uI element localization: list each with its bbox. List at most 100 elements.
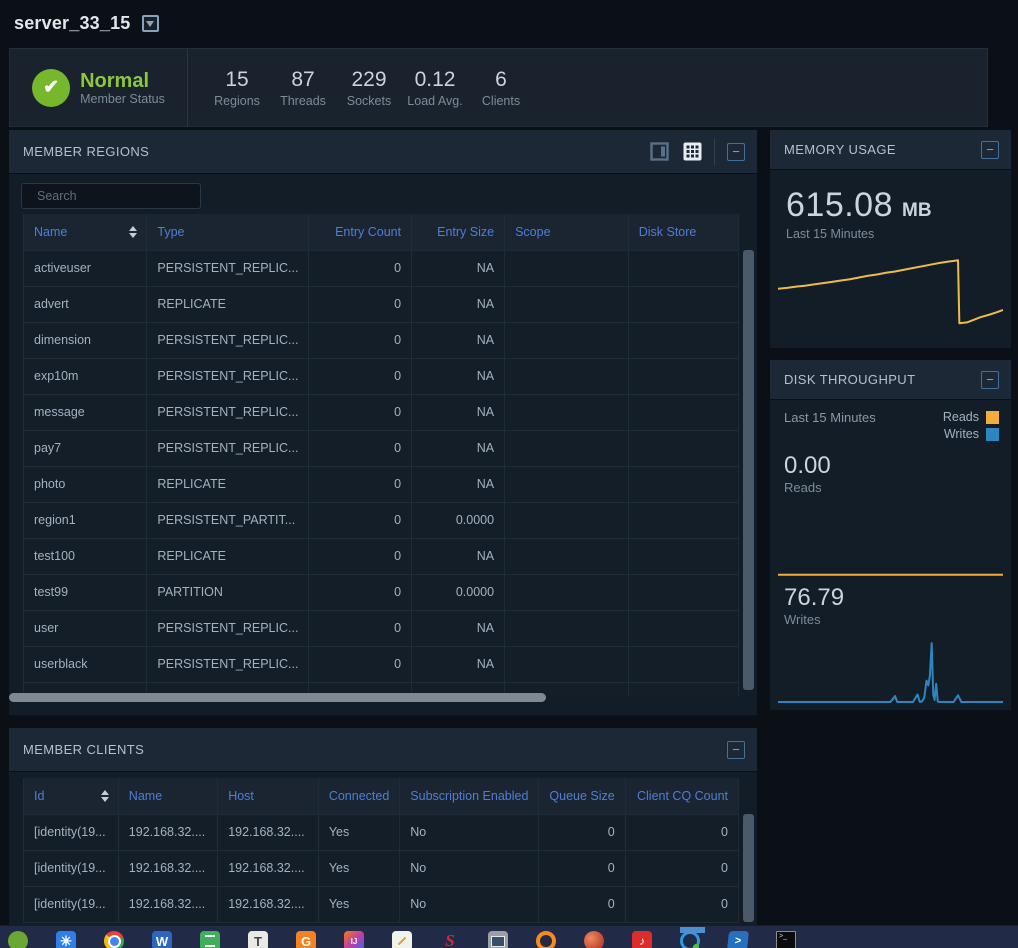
- status-label: Normal: [80, 70, 165, 92]
- table-cell: REPLICATE: [147, 466, 309, 502]
- table-row[interactable]: exp10mPERSISTENT_REPLIC...0NA: [24, 358, 739, 394]
- table-row[interactable]: test100REPLICATE0NA: [24, 538, 739, 574]
- taskbar-icon-app-green[interactable]: [8, 931, 28, 948]
- member-regions-table: NameTypeEntry CountEntry SizeScopeDisk S…: [23, 214, 739, 696]
- column-header-name[interactable]: Name: [118, 778, 217, 814]
- collapse-icon[interactable]: −: [727, 143, 745, 161]
- table-cell: [505, 538, 629, 574]
- table-cell: 0: [309, 610, 412, 646]
- table-cell: NA: [412, 394, 505, 430]
- member-dropdown-button[interactable]: [142, 15, 159, 32]
- grid-view-icon[interactable]: [683, 142, 702, 161]
- column-header-entry-size[interactable]: Entry Size: [412, 214, 505, 250]
- column-header-name[interactable]: Name: [24, 214, 147, 250]
- column-header-type[interactable]: Type: [147, 214, 309, 250]
- taskbar-icon-g-orange[interactable]: G: [296, 931, 316, 948]
- stat-value: 6: [468, 67, 534, 92]
- regions-search-box[interactable]: [21, 183, 201, 209]
- column-header-subscription-enabled[interactable]: Subscription Enabled: [400, 778, 539, 814]
- table-cell: 0: [309, 358, 412, 394]
- taskbar-icon-terminal[interactable]: [776, 931, 796, 948]
- stat-item: 229Sockets: [336, 67, 402, 108]
- search-input[interactable]: [37, 189, 198, 203]
- table-row[interactable]: advertREPLICATE0NA: [24, 286, 739, 322]
- table-cell: [505, 250, 629, 286]
- taskbar-icon-music-red[interactable]: ♪: [632, 931, 652, 948]
- clients-vertical-scrollbar[interactable]: [743, 814, 754, 922]
- table-cell: [identity(19...: [24, 850, 119, 886]
- table-cell: region1: [24, 502, 147, 538]
- taskbar-icon-chrome[interactable]: [104, 931, 124, 948]
- table-cell: 192.168.32....: [218, 886, 319, 922]
- column-header-scope[interactable]: Scope: [505, 214, 629, 250]
- table-cell: 0: [309, 466, 412, 502]
- column-header-client-cq-count[interactable]: Client CQ Count: [625, 778, 738, 814]
- taskbar-icon-star-blue[interactable]: ✳: [56, 931, 76, 948]
- table-cell: 0.0000: [412, 574, 505, 610]
- taskbar-icon-word[interactable]: W: [152, 931, 172, 948]
- table-cell: exp10m: [24, 358, 147, 394]
- table-row[interactable]: [identity(19...192.168.32....192.168.32.…: [24, 850, 739, 886]
- column-header-connected[interactable]: Connected: [318, 778, 399, 814]
- disk-subtitle: Last 15 Minutes: [784, 410, 876, 444]
- table-cell: test99: [24, 574, 147, 610]
- regions-horizontal-scrollbar[interactable]: [9, 693, 546, 702]
- disk-legend: Reads Writes: [943, 410, 999, 444]
- legend-writes-label: Writes: [944, 427, 979, 441]
- taskbar-icon-notes[interactable]: [392, 931, 412, 948]
- taskbar-icon-red-swirl[interactable]: [584, 931, 604, 948]
- disk-reads-chart: [778, 528, 1003, 576]
- regions-vertical-scrollbar[interactable]: [743, 250, 754, 690]
- page-title: server_33_15: [14, 13, 131, 34]
- table-row[interactable]: dimensionPERSISTENT_REPLIC...0NA: [24, 322, 739, 358]
- detail-view-icon[interactable]: [650, 142, 669, 161]
- table-row[interactable]: test99PARTITION00.0000: [24, 574, 739, 610]
- column-header-entry-count[interactable]: Entry Count: [309, 214, 412, 250]
- table-cell: NA: [412, 466, 505, 502]
- taskbar-icon-intellij[interactable]: IJ: [344, 931, 364, 948]
- memory-unit: MB: [902, 200, 932, 222]
- table-cell: [505, 286, 629, 322]
- table-cell: 0: [309, 286, 412, 322]
- table-row[interactable]: messagePERSISTENT_REPLIC...0NA: [24, 394, 739, 430]
- taskbar-icon-red-script[interactable]: S: [440, 931, 460, 948]
- table-cell: dimension: [24, 322, 147, 358]
- taskbar-icon-browser-ring[interactable]: [680, 931, 700, 948]
- stat-value: 15: [204, 67, 270, 92]
- collapse-icon[interactable]: −: [981, 371, 999, 389]
- table-row[interactable]: userblackPERSISTENT_REPLIC...0NA: [24, 646, 739, 682]
- table-row[interactable]: region1PERSISTENT_PARTIT...00.0000: [24, 502, 739, 538]
- taskbar-icon-powershell[interactable]: >: [727, 931, 749, 948]
- taskbar: ✳ W T G IJ S ♪ >: [0, 925, 1018, 948]
- stat-value: 87: [270, 67, 336, 92]
- taskbar-icon-screenshot[interactable]: [488, 931, 508, 948]
- table-row[interactable]: pay7PERSISTENT_REPLIC...0NA: [24, 430, 739, 466]
- column-header-queue-size[interactable]: Queue Size: [539, 778, 625, 814]
- sort-icon[interactable]: [129, 226, 137, 238]
- table-cell: 192.168.32....: [218, 850, 319, 886]
- taskbar-icon-sheets[interactable]: [200, 931, 220, 948]
- column-header-host[interactable]: Host: [218, 778, 319, 814]
- memory-subtitle: Last 15 Minutes: [770, 225, 1011, 241]
- table-cell: [628, 538, 738, 574]
- taskbar-icon-textedit[interactable]: T: [248, 931, 268, 948]
- taskbar-icon-orange-ring[interactable]: [536, 931, 556, 948]
- table-cell: userblack: [24, 646, 147, 682]
- column-header-id[interactable]: Id: [24, 778, 119, 814]
- column-header-disk-store[interactable]: Disk Store: [628, 214, 738, 250]
- table-cell: [628, 646, 738, 682]
- table-row[interactable]: userPERSISTENT_REPLIC...0NA: [24, 610, 739, 646]
- table-row[interactable]: [identity(19...192.168.32....192.168.32.…: [24, 886, 739, 922]
- table-row[interactable]: activeuserPERSISTENT_REPLIC...0NA: [24, 250, 739, 286]
- disk-writes-chart: [778, 634, 1003, 704]
- table-cell: PARTITION: [147, 574, 309, 610]
- collapse-icon[interactable]: −: [981, 141, 999, 159]
- table-cell: REPLICATE: [147, 286, 309, 322]
- sort-icon[interactable]: [101, 790, 109, 802]
- table-cell: 0: [309, 502, 412, 538]
- stat-value: 0.12: [402, 67, 468, 92]
- table-row[interactable]: [identity(19...192.168.32....192.168.32.…: [24, 814, 739, 850]
- collapse-icon[interactable]: −: [727, 741, 745, 759]
- member-status: ✔ Normal Member Status: [10, 49, 188, 126]
- table-row[interactable]: photoREPLICATE0NA: [24, 466, 739, 502]
